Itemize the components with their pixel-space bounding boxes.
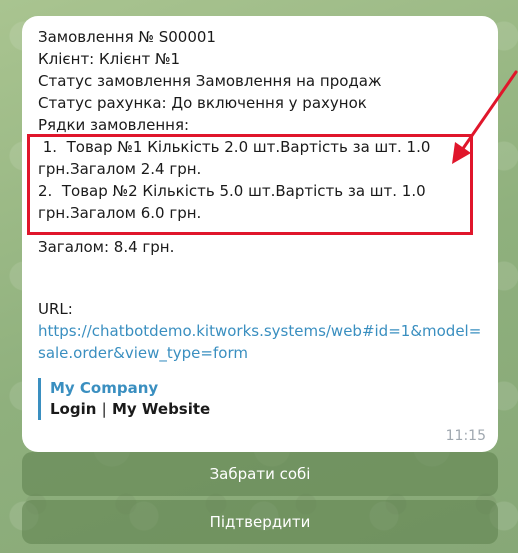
preview-links: Login | My Website bbox=[50, 399, 486, 420]
order-number: Замовлення № S00001 bbox=[38, 28, 216, 46]
order-lines-header: Рядки замовлення: bbox=[38, 116, 190, 134]
message-time: 11:15 bbox=[445, 428, 486, 444]
confirm-button[interactable]: Підтвердити bbox=[22, 500, 498, 544]
order-line-2-part-b: грн.Загалом 6.0 грн. bbox=[38, 204, 202, 222]
message-bubble: Замовлення № S00001 Клієнт: Клієнт №1 Ст… bbox=[22, 16, 498, 452]
order-line-1-part-a: 1. Товар №1 Кількість 2.0 шт.Вартість за… bbox=[38, 138, 431, 156]
message-text: Замовлення № S00001 Клієнт: Клієнт №1 Ст… bbox=[38, 26, 486, 420]
url-label: URL: bbox=[38, 300, 73, 318]
client-name: Клієнт: Клієнт №1 bbox=[38, 50, 181, 68]
order-status: Статус замовлення Замовлення на продаж bbox=[38, 72, 382, 90]
order-url-line-2[interactable]: sale.order&view_type=form bbox=[38, 342, 486, 364]
link-separator: | bbox=[101, 400, 107, 418]
pickup-button[interactable]: Забрати собі bbox=[22, 452, 498, 496]
order-total: Загалом: 8.4 грн. bbox=[38, 238, 175, 256]
link-preview: My Company Login | My Website bbox=[38, 378, 486, 420]
order-line-1-part-b: грн.Загалом 2.4 грн. bbox=[38, 160, 202, 178]
order-url-line-1[interactable]: https://chatbotdemo.kitworks.systems/web… bbox=[38, 320, 486, 342]
order-line-1: 1. Товар №1 Кількість 2.0 шт.Вартість за… bbox=[38, 136, 486, 180]
order-url-link[interactable]: https://chatbotdemo.kitworks.systems/web… bbox=[38, 320, 486, 364]
website-link[interactable]: My Website bbox=[112, 400, 210, 418]
order-line-2-part-a: 2. Товар №2 Кількість 5.0 шт.Вартість за… bbox=[38, 182, 426, 200]
login-link[interactable]: Login bbox=[50, 400, 96, 418]
invoice-status: Статус рахунка: До включення у рахунок bbox=[38, 94, 367, 112]
company-name[interactable]: My Company bbox=[50, 378, 486, 399]
order-line-2: 2. Товар №2 Кількість 5.0 шт.Вартість за… bbox=[38, 180, 486, 224]
